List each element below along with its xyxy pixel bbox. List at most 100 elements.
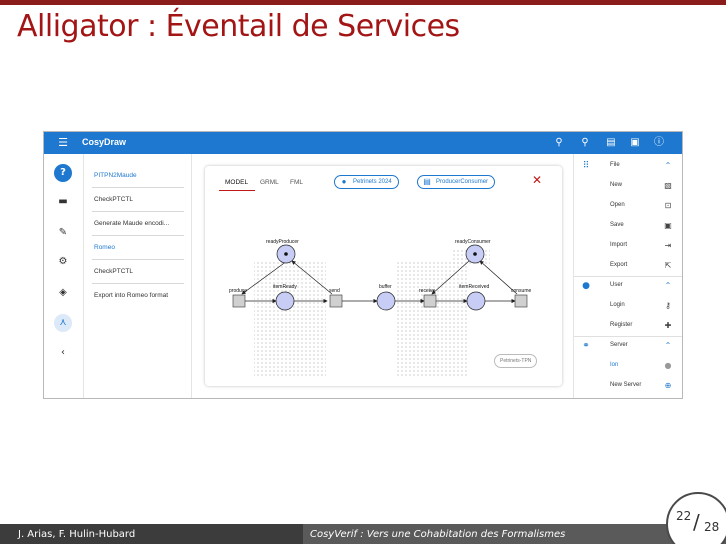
- menu-item-label: Login: [610, 302, 625, 308]
- tool-item[interactable]: Romeo: [94, 244, 115, 251]
- place-itemready[interactable]: [275, 291, 295, 311]
- place-label: readyProducer: [266, 239, 299, 245]
- import-icon: ⇥: [664, 241, 672, 250]
- divider: [92, 259, 184, 260]
- open-icon: ⊡: [664, 201, 672, 210]
- petri-net-canvas[interactable]: readyProducer itemReady buffer readyCons…: [205, 166, 562, 386]
- pencil-icon[interactable]: ✎: [54, 224, 72, 242]
- place-readyproducer[interactable]: [276, 244, 296, 264]
- export-icon: ⇱: [664, 261, 672, 270]
- menu-item-label: Import: [610, 242, 628, 248]
- menu-item-label: Ion: [610, 362, 619, 368]
- section-server[interactable]: ⚭ Server ⌃: [574, 336, 682, 356]
- save-icon: ▣: [664, 221, 672, 230]
- chevron-up-icon[interactable]: ⌃: [662, 160, 674, 172]
- chevron-up-icon[interactable]: ⌃: [662, 280, 674, 292]
- menu-item-import[interactable]: Import ⇥: [574, 236, 682, 256]
- tool-item[interactable]: Generate Maude encodi...: [94, 220, 169, 227]
- info-icon[interactable]: ⓘ: [652, 136, 666, 150]
- menu-item-label: Open: [610, 202, 625, 208]
- transition-label: consume: [511, 288, 532, 294]
- place-label: itemReady: [273, 284, 297, 290]
- transition-label: receive: [419, 288, 435, 294]
- left-rail: ? ▬ ✎ ⚙ ◈ ⋏ ‹: [44, 154, 84, 398]
- place-itemreceived[interactable]: [466, 291, 486, 311]
- app-bar: ☰ CosyDraw ⚲ ⚲ ▤ ▣ ⓘ: [44, 132, 682, 154]
- menu-item-save[interactable]: Save ▣: [574, 216, 682, 236]
- paint-bucket-icon[interactable]: ◈: [54, 284, 72, 302]
- slide-footer: J. Arias, F. Hulin-Hubard CosyVerif : Ve…: [0, 524, 726, 544]
- add-circle-icon: ⊕: [664, 381, 672, 390]
- editor-card: MODEL GRML FML ● Petrinets 2024 ▤ Produc…: [205, 166, 562, 386]
- slide-top-bar: [0, 0, 726, 5]
- gear-icon[interactable]: ⚙: [54, 253, 72, 271]
- place-buffer[interactable]: [376, 291, 396, 311]
- divider: [92, 235, 184, 236]
- selection-area: [254, 262, 326, 377]
- footer-authors: J. Arias, F. Hulin-Hubard: [18, 529, 136, 540]
- folder-icon[interactable]: ▬: [54, 193, 72, 211]
- menu-item-open[interactable]: Open ⊡: [574, 196, 682, 216]
- divider: [92, 187, 184, 188]
- chevron-left-icon[interactable]: ‹: [54, 344, 72, 362]
- menu-item-label: Save: [610, 222, 624, 228]
- menu-icon[interactable]: ☰: [56, 136, 70, 150]
- place-label: readyConsumer: [455, 239, 491, 245]
- tool-item[interactable]: Export into Romeo format: [94, 292, 168, 299]
- page-total: 28: [704, 520, 720, 534]
- transition-produce[interactable]: [232, 294, 246, 308]
- right-panel: ⠿ File ⌃ New ▧ Open ⊡ Save ▣ Import ⇥ Ex…: [573, 154, 682, 398]
- zoom-icon[interactable]: ⚲: [578, 136, 592, 150]
- divider: [92, 211, 184, 212]
- login-icon: ⚷: [665, 301, 671, 310]
- info-circle-icon: ●: [664, 361, 672, 370]
- server-item[interactable]: Ion ●: [574, 356, 682, 376]
- transition-consume[interactable]: [514, 294, 528, 308]
- formalism-badge: Petrinets-TPN: [494, 354, 538, 368]
- section-label: User: [610, 282, 623, 288]
- menu-item-new[interactable]: New ▧: [574, 176, 682, 196]
- footer-title: CosyVerif : Vers une Cohabitation des Fo…: [310, 529, 566, 540]
- new-file-icon: ▧: [664, 181, 672, 190]
- menu-item-login[interactable]: Login ⚷: [574, 296, 682, 316]
- section-label: File: [610, 162, 620, 168]
- section-user[interactable]: ● User ⌃: [574, 276, 682, 296]
- print-icon[interactable]: ▤: [604, 136, 618, 150]
- transition-receive[interactable]: [423, 294, 437, 308]
- tool-item[interactable]: PITPN2Maude: [94, 172, 137, 179]
- menu-item-label: New: [610, 182, 623, 188]
- transition-label: send: [329, 288, 340, 294]
- app-screenshot: ☰ CosyDraw ⚲ ⚲ ▤ ▣ ⓘ ? ▬ ✎ ⚙ ◈ ⋏ ‹ PITPN…: [43, 131, 683, 399]
- menu-item-label: Export: [610, 262, 628, 268]
- slide-title: Alligator : Éventail de Services: [17, 9, 460, 44]
- save-icon[interactable]: ▣: [628, 136, 642, 150]
- menu-item-label: New Server: [610, 382, 642, 388]
- menu-item-label: Register: [610, 322, 633, 328]
- transition-send[interactable]: [329, 294, 343, 308]
- search-icon[interactable]: ⚲: [552, 136, 566, 150]
- selection-area: [397, 262, 469, 377]
- place-label: buffer: [379, 284, 392, 290]
- page-separator: /: [693, 510, 700, 534]
- menu-item-export[interactable]: Export ⇱: [574, 256, 682, 276]
- menu-item-new-server[interactable]: New Server ⊕: [574, 376, 682, 396]
- page-counter: 22 / 28: [666, 492, 726, 544]
- tools-list: PITPN2Maude CheckPTCTL Generate Maude en…: [84, 154, 192, 398]
- tool-item[interactable]: CheckPTCTL: [94, 196, 133, 203]
- place-label: itemReceived: [459, 284, 490, 290]
- transition-label: produce: [229, 288, 247, 294]
- section-file[interactable]: ⠿ File ⌃: [574, 156, 682, 176]
- page-current: 22: [676, 509, 692, 523]
- help-icon[interactable]: ?: [54, 164, 72, 182]
- menu-item-register[interactable]: Register ✚: [574, 316, 682, 336]
- account-icon: ●: [582, 281, 590, 291]
- network-icon[interactable]: ⋏: [54, 314, 72, 332]
- section-label: Server: [610, 342, 628, 348]
- app-title: CosyDraw: [82, 137, 127, 147]
- place-readyconsumer[interactable]: [465, 244, 485, 264]
- register-icon: ✚: [664, 321, 672, 330]
- chevron-up-icon[interactable]: ⌃: [662, 340, 674, 352]
- tool-item[interactable]: CheckPTCTL: [94, 268, 133, 275]
- divider: [92, 283, 184, 284]
- grid-icon: ⠿: [582, 161, 590, 171]
